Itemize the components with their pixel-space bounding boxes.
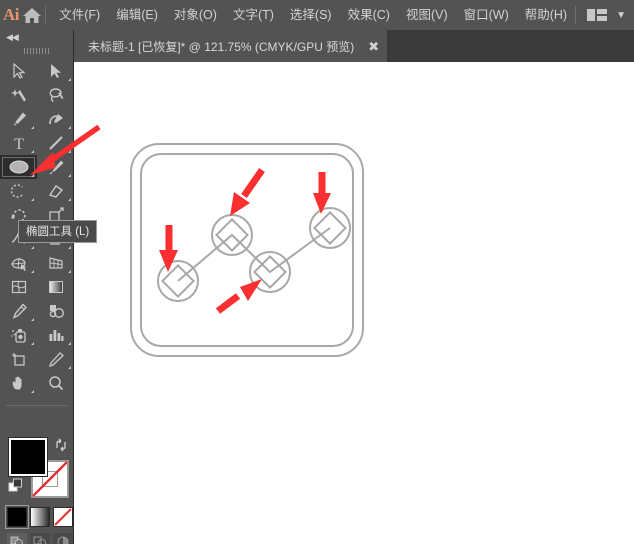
flyout-corner-icon (31, 126, 34, 129)
draw-mode-row (7, 533, 73, 544)
shaper-tool[interactable] (0, 179, 37, 203)
color-mode-gradient[interactable] (30, 507, 50, 527)
menu-item-file[interactable]: 文件(F) (51, 0, 108, 30)
tool-row (0, 155, 74, 179)
flyout-corner-icon (31, 342, 34, 345)
tool-row (0, 251, 74, 275)
type-tool[interactable]: T (0, 131, 37, 155)
color-mode-solid[interactable] (5, 505, 29, 529)
tool-row: T (0, 131, 74, 155)
tool-row (0, 299, 74, 323)
menu-divider (44, 6, 46, 24)
slice-tool[interactable] (37, 347, 74, 371)
workspace-switcher-icon[interactable] (586, 7, 608, 23)
flyout-corner-icon (31, 246, 34, 249)
tools-panel: ◀◀ T 椭圆工具 (L) (0, 30, 98, 544)
mesh-tool[interactable] (0, 275, 37, 299)
tool-row (0, 275, 74, 299)
menu-item-view[interactable]: 视图(V) (398, 0, 456, 30)
menu-items: 文件(F) 编辑(E) 对象(O) 文字(T) 选择(S) 效果(C) 视图(V… (51, 0, 575, 30)
menu-item-window[interactable]: 窗口(W) (456, 0, 517, 30)
close-icon[interactable]: ✖ (368, 40, 379, 53)
flyout-corner-icon (31, 270, 34, 273)
flyout-corner-icon (68, 246, 71, 249)
draw-mode-normal[interactable] (7, 533, 27, 544)
menu-item-edit[interactable]: 编辑(E) (108, 0, 166, 30)
chevron-down-icon[interactable]: ▼ (616, 10, 626, 21)
tool-row (0, 59, 74, 83)
document-tab-bar: 未标题-1 [已恢复]* @ 121.75% (CMYK/GPU 预览) ✖ (0, 30, 634, 62)
menu-divider-right (575, 6, 577, 24)
flyout-corner-icon (68, 198, 71, 201)
tool-tooltip: 椭圆工具 (L) (18, 220, 98, 243)
flyout-corner-icon (31, 390, 34, 393)
flyout-corner-icon (68, 150, 71, 153)
menu-item-effect[interactable]: 效果(C) (340, 0, 398, 30)
shape-builder-tool[interactable] (0, 251, 37, 275)
panel-divider (6, 405, 68, 406)
flyout-corner-icon (31, 150, 34, 153)
column-graph-tool[interactable] (37, 323, 74, 347)
draw-mode-inside[interactable] (53, 533, 73, 544)
flyout-corner-icon (31, 174, 34, 177)
default-fill-stroke-icon[interactable] (8, 478, 24, 499)
illustrator-window: Ai 文件(F) 编辑(E) 对象(O) 文字(T) 选择(S) 效果(C) 视… (0, 0, 634, 544)
tool-row (0, 107, 74, 131)
chart-polyline (177, 227, 331, 282)
magic-wand-tool[interactable] (0, 83, 37, 107)
menu-item-type[interactable]: 文字(T) (225, 0, 282, 30)
menu-item-select[interactable]: 选择(S) (282, 0, 340, 30)
ellipse-tool[interactable] (0, 155, 37, 179)
direct-selection-tool[interactable] (37, 59, 74, 83)
color-mode-row (5, 505, 73, 529)
color-mode-none[interactable] (53, 507, 73, 527)
artboard-tool[interactable] (0, 347, 37, 371)
document-tab[interactable]: 未标题-1 [已恢复]* @ 121.75% (CMYK/GPU 预览) ✖ (74, 30, 388, 62)
drag-grip-icon[interactable] (0, 44, 74, 58)
home-icon[interactable] (22, 0, 43, 30)
flyout-corner-icon (68, 126, 71, 129)
tool-row (0, 371, 74, 395)
canvas-area[interactable] (74, 62, 634, 544)
flyout-corner-icon (68, 270, 71, 273)
tool-row (0, 323, 74, 347)
artboard-artwork (130, 143, 364, 357)
tool-row (0, 179, 74, 203)
draw-mode-behind[interactable] (30, 533, 50, 544)
line-segment-tool[interactable] (37, 131, 74, 155)
fill-swatch[interactable] (9, 438, 47, 476)
hand-tool[interactable] (0, 371, 37, 395)
menu-item-help[interactable]: 帮助(H) (517, 0, 575, 30)
double-chevron-left-icon[interactable]: ◀◀ (6, 32, 19, 43)
tools-panel-header: ◀◀ (0, 30, 74, 44)
symbol-sprayer-tool[interactable] (0, 323, 37, 347)
eraser-tool[interactable] (37, 179, 74, 203)
gradient-tool[interactable] (37, 275, 74, 299)
perspective-grid-tool[interactable] (37, 251, 74, 275)
flyout-corner-icon (31, 198, 34, 201)
svg-text:T: T (14, 136, 24, 151)
app-logo-icon: Ai (2, 5, 19, 24)
menu-bar: Ai 文件(F) 编辑(E) 对象(O) 文字(T) 选择(S) 效果(C) 视… (0, 0, 634, 30)
selection-tool[interactable] (0, 59, 37, 83)
document-tab-label: 未标题-1 [已恢复]* @ 121.75% (CMYK/GPU 预览) (88, 39, 355, 54)
curvature-tool[interactable] (37, 107, 74, 131)
zoom-tool[interactable] (37, 371, 74, 395)
swap-fill-stroke-icon[interactable] (54, 438, 68, 457)
color-controls (0, 405, 74, 544)
flyout-corner-icon (68, 366, 71, 369)
flyout-corner-icon (68, 342, 71, 345)
eyedropper-tool[interactable] (0, 299, 37, 323)
pen-tool[interactable] (0, 107, 37, 131)
paintbrush-tool[interactable] (37, 155, 74, 179)
blend-tool[interactable] (37, 299, 74, 323)
tool-row (0, 347, 74, 371)
lasso-tool[interactable] (37, 83, 74, 107)
tool-row (0, 83, 74, 107)
menubar-right-group: ▼ (575, 6, 634, 24)
menu-item-object[interactable]: 对象(O) (166, 0, 225, 30)
flyout-corner-icon (68, 174, 71, 177)
flyout-corner-icon (68, 78, 71, 81)
flyout-corner-icon (31, 318, 34, 321)
